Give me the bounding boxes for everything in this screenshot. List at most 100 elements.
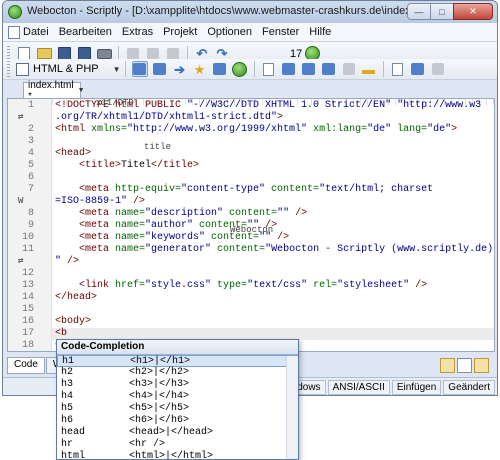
minimize-button[interactable]: — <box>407 3 431 20</box>
snippet-button[interactable] <box>152 61 168 77</box>
toolbar-separator <box>253 61 255 77</box>
completion-item[interactable]: hr <hr /> <box>57 439 298 451</box>
table-button[interactable] <box>261 61 277 77</box>
completion-item[interactable]: h5 <h5>|</h5> <box>57 403 298 415</box>
code-token: name= <box>115 244 146 255</box>
printer-icon <box>96 48 112 59</box>
line-number: 1 <box>27 100 34 111</box>
code-token: "author" <box>145 220 200 231</box>
code-editor[interactable]: 1 <!DOCTYPE html PUBLIC "-//W3C//DTD XHTM… <box>7 98 495 352</box>
menu-datei[interactable]: Datei <box>5 24 54 40</box>
browser-button[interactable] <box>232 61 248 77</box>
line-number: 4 <box>27 148 34 159</box>
tab-index-html[interactable]: index.html * ▼ <box>23 80 85 102</box>
code-token: content= <box>229 208 278 219</box>
code-token: "http://www.w3.org/1999/xhtml" <box>127 124 314 135</box>
grid-view-icon[interactable] <box>457 358 472 373</box>
completion-item[interactable]: html <html>|</html> <box>57 451 298 460</box>
completion-snippet: <h6>|</h6> <box>129 415 190 426</box>
tools-button[interactable] <box>430 61 446 77</box>
form-button[interactable] <box>281 61 297 77</box>
completion-item[interactable]: h6 <h6>|</h6> <box>57 415 298 427</box>
language-select[interactable]: HTML & PHP ▼ <box>16 61 121 78</box>
completion-item[interactable]: h1 <h1>|</h1> <box>57 355 298 367</box>
page-button[interactable] <box>390 61 406 77</box>
favorites-button[interactable]: ★ <box>192 61 208 77</box>
code-token: <title> <box>55 160 122 171</box>
highlight-icon: ▬ <box>362 61 376 77</box>
split-view-icon[interactable] <box>440 358 455 373</box>
code-token: http-equiv= <box>115 184 182 195</box>
maximize-button[interactable]: □ <box>430 3 454 20</box>
code-line: <body> <box>55 316 91 328</box>
window-title: Webocton - Scriptly - [D:\xampplite\htdo… <box>27 5 445 17</box>
menu-hilfe[interactable]: Hilfe <box>304 24 336 40</box>
code-line: <link href="style.css" type="text/css" r… <box>55 280 427 292</box>
completion-scrollbar[interactable] <box>286 356 298 459</box>
image-button[interactable] <box>341 61 357 77</box>
completion-item[interactable]: h2 <h2>|</h2> <box>57 367 298 379</box>
code-token: type= <box>217 280 248 291</box>
wrap-marker-icon: W <box>18 196 24 206</box>
menu-projekt[interactable]: Projekt <box>158 24 202 40</box>
snippet-icon <box>153 63 167 75</box>
layout-button[interactable] <box>410 61 426 77</box>
code-view-toggle[interactable] <box>131 61 148 77</box>
completion-item[interactable]: h3 <h3>|</h3> <box>57 379 298 391</box>
link-icon <box>322 63 336 75</box>
browser-icon <box>232 61 248 77</box>
page-icon <box>392 62 404 76</box>
menu-bearbeiten[interactable]: Bearbeiten <box>54 24 117 40</box>
completion-item[interactable]: h4 <h4>|</h4> <box>57 391 298 403</box>
status-encoding[interactable]: ANSI/ASCII <box>327 379 390 395</box>
tab-code[interactable]: Code <box>7 357 45 374</box>
title-bar[interactable]: Webocton - Scriptly - [D:\xampplite\htdo… <box>3 1 497 23</box>
line-number: 12 <box>21 268 34 279</box>
code-token: <meta <box>55 220 116 231</box>
code-token: <head> <box>55 148 92 159</box>
folder-icon <box>36 48 52 59</box>
preview-icon[interactable] <box>474 358 489 373</box>
code-token: .org/TR/xhtml1/DTD/xhtml1-strict.dtd" <box>55 112 278 123</box>
code-line: </head> <box>55 292 97 304</box>
toolbar-separator <box>382 61 384 77</box>
language-toolbar: HTML & PHP ▼ ➔ ★ ▬ <box>3 59 497 80</box>
code-token: Titel <box>121 160 152 171</box>
code-token: /> <box>133 196 146 207</box>
completion-item[interactable]: head <head>|</head> <box>57 427 298 439</box>
link-button[interactable] <box>321 61 337 77</box>
code-token: =ISO-8859-1" <box>55 196 134 207</box>
toolbar-separator <box>124 61 126 77</box>
completion-key: h6 <box>61 415 74 426</box>
code-token: "content-type" <box>181 184 272 195</box>
completion-key: html <box>61 451 86 460</box>
code-token: " <box>55 256 68 267</box>
code-token: /> <box>67 256 80 267</box>
code-token: "style.css" <box>145 280 218 291</box>
line-number: 13 <box>21 280 34 291</box>
completion-key: hr <box>61 439 74 450</box>
menu-optionen[interactable]: Optionen <box>202 24 257 40</box>
code-token: > <box>277 112 284 123</box>
code-line: <meta name="generator" content="Webocton… <box>55 244 493 256</box>
color-button[interactable] <box>212 61 228 77</box>
highlight-button[interactable]: ▬ <box>361 61 377 77</box>
code-line: <title>Titel</title> <box>55 160 199 172</box>
menu-extras[interactable]: Extras <box>117 24 158 40</box>
insert-button[interactable]: ➔ <box>172 61 188 77</box>
code-token: /> <box>277 232 290 243</box>
code-token: <meta <box>55 244 116 255</box>
status-insert-mode[interactable]: Einfügen <box>391 379 442 395</box>
table-icon <box>263 62 275 76</box>
code-completion-popup[interactable]: Code-Completion h1 <h1>|</h1> h2 <h2>|</h2>… <box>56 339 299 460</box>
close-button[interactable]: ✕ <box>453 3 493 20</box>
code-line: <html xmlns="http://www.w3.org/1999/xhtm… <box>55 124 457 136</box>
list-button[interactable] <box>301 61 317 77</box>
menu-fenster[interactable]: Fenster <box>257 24 304 40</box>
cut-icon <box>127 47 139 60</box>
code-view-icon <box>133 63 147 75</box>
code-token: "de" <box>427 124 452 135</box>
code-token: <meta <box>55 208 116 219</box>
toolbar-grip[interactable] <box>7 61 10 77</box>
app-window: Webocton - Scriptly - [D:\xampplite\htdo… <box>2 0 498 396</box>
